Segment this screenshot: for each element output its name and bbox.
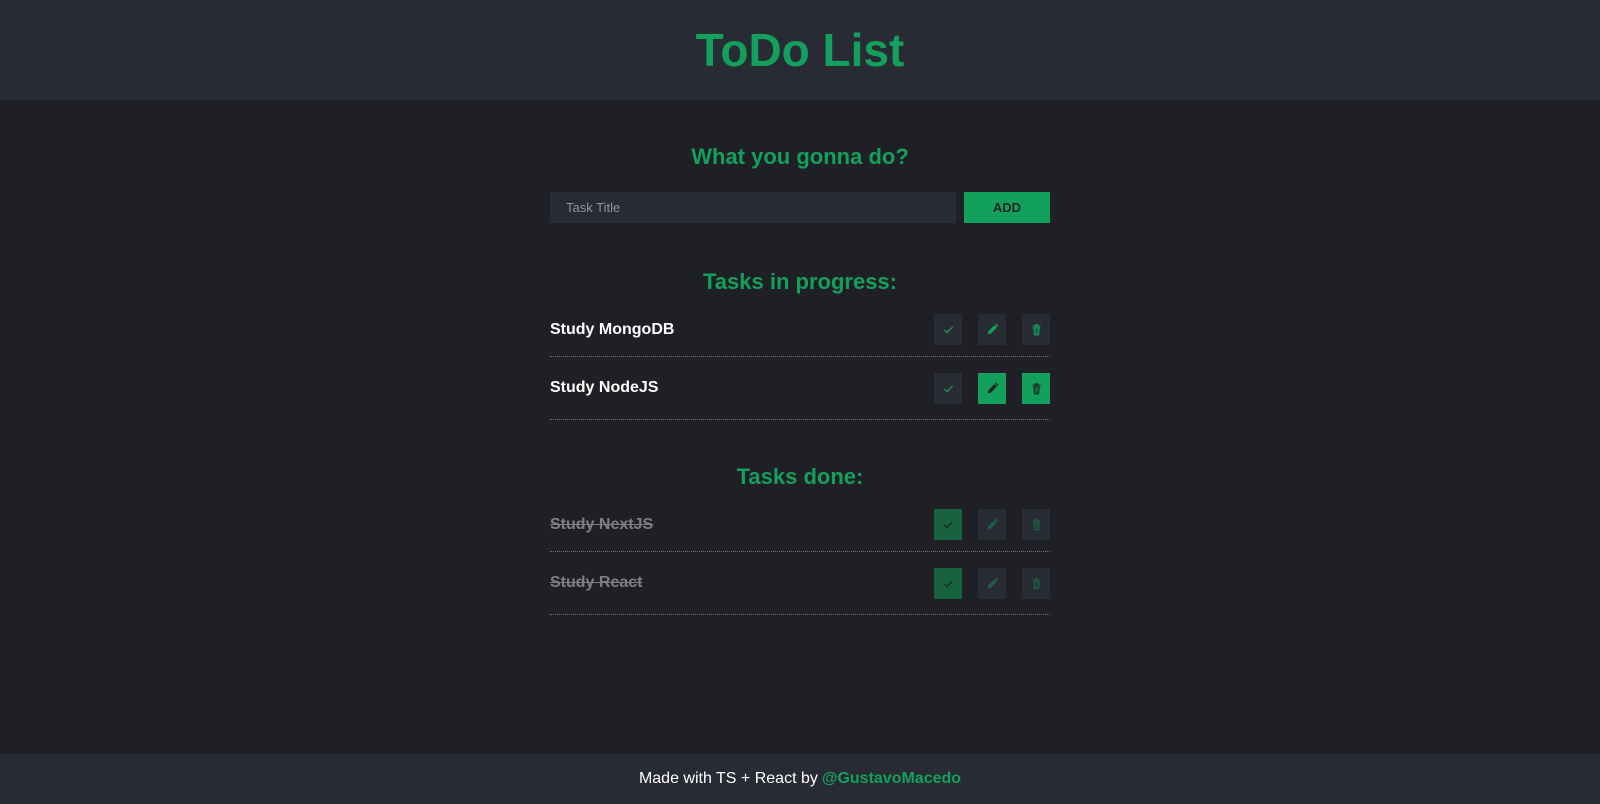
delete-button[interactable] (1022, 567, 1050, 599)
complete-button[interactable] (934, 509, 962, 540)
task-row: Study React (550, 552, 1050, 615)
form-heading: What you gonna do? (691, 144, 909, 169)
task-actions (934, 372, 1050, 404)
main-content: What you gonna do? ADD Tasks in progress… (550, 100, 1050, 615)
page-footer: Made with TS + React by @GustavoMacedo (0, 754, 1600, 804)
delete-button[interactable] (1022, 509, 1050, 540)
trash-icon (1031, 324, 1041, 336)
task-actions (934, 567, 1050, 599)
check-icon (943, 385, 953, 392)
pencil-icon (987, 323, 999, 335)
done-list: Study NextJS Study React (550, 498, 1050, 615)
pencil-icon (987, 518, 999, 530)
app-title: ToDo List (695, 24, 905, 76)
add-button[interactable]: ADD (964, 192, 1050, 223)
task-title-input[interactable] (550, 192, 956, 223)
task-row: Study NodeJS (550, 357, 1050, 420)
task-row: Study MongoDB (550, 303, 1050, 357)
pencil-icon (987, 381, 999, 393)
trash-icon (1031, 519, 1041, 531)
complete-button[interactable] (934, 372, 962, 404)
edit-button[interactable] (978, 314, 1006, 345)
complete-button[interactable] (934, 567, 962, 599)
task-actions (934, 314, 1050, 345)
task-row: Study NextJS (550, 498, 1050, 552)
complete-button[interactable] (934, 314, 962, 345)
author-link[interactable]: @GustavoMacedo (822, 770, 961, 788)
check-icon (943, 580, 953, 587)
footer-text: Made with TS + React by (638, 770, 818, 787)
in-progress-list: Study MongoDB Study NodeJS (550, 303, 1050, 420)
pencil-icon (987, 576, 999, 588)
task-title: Study React (550, 574, 643, 591)
add-task-form: ADD (550, 192, 1050, 223)
task-actions (934, 509, 1050, 540)
trash-icon (1031, 577, 1041, 589)
in-progress-heading: Tasks in progress: (703, 269, 897, 294)
check-icon (943, 521, 953, 529)
app-header: ToDo List (0, 0, 1600, 100)
done-heading: Tasks done: (736, 464, 864, 489)
task-title: Study NodeJS (550, 379, 659, 396)
task-title: Study MongoDB (550, 320, 675, 338)
check-icon (943, 326, 953, 334)
task-title: Study NextJS (550, 515, 654, 533)
delete-button[interactable] (1022, 372, 1050, 404)
delete-button[interactable] (1022, 314, 1050, 345)
edit-button[interactable] (978, 509, 1006, 540)
edit-button[interactable] (978, 372, 1006, 404)
edit-button[interactable] (978, 567, 1006, 599)
trash-icon (1031, 382, 1041, 394)
